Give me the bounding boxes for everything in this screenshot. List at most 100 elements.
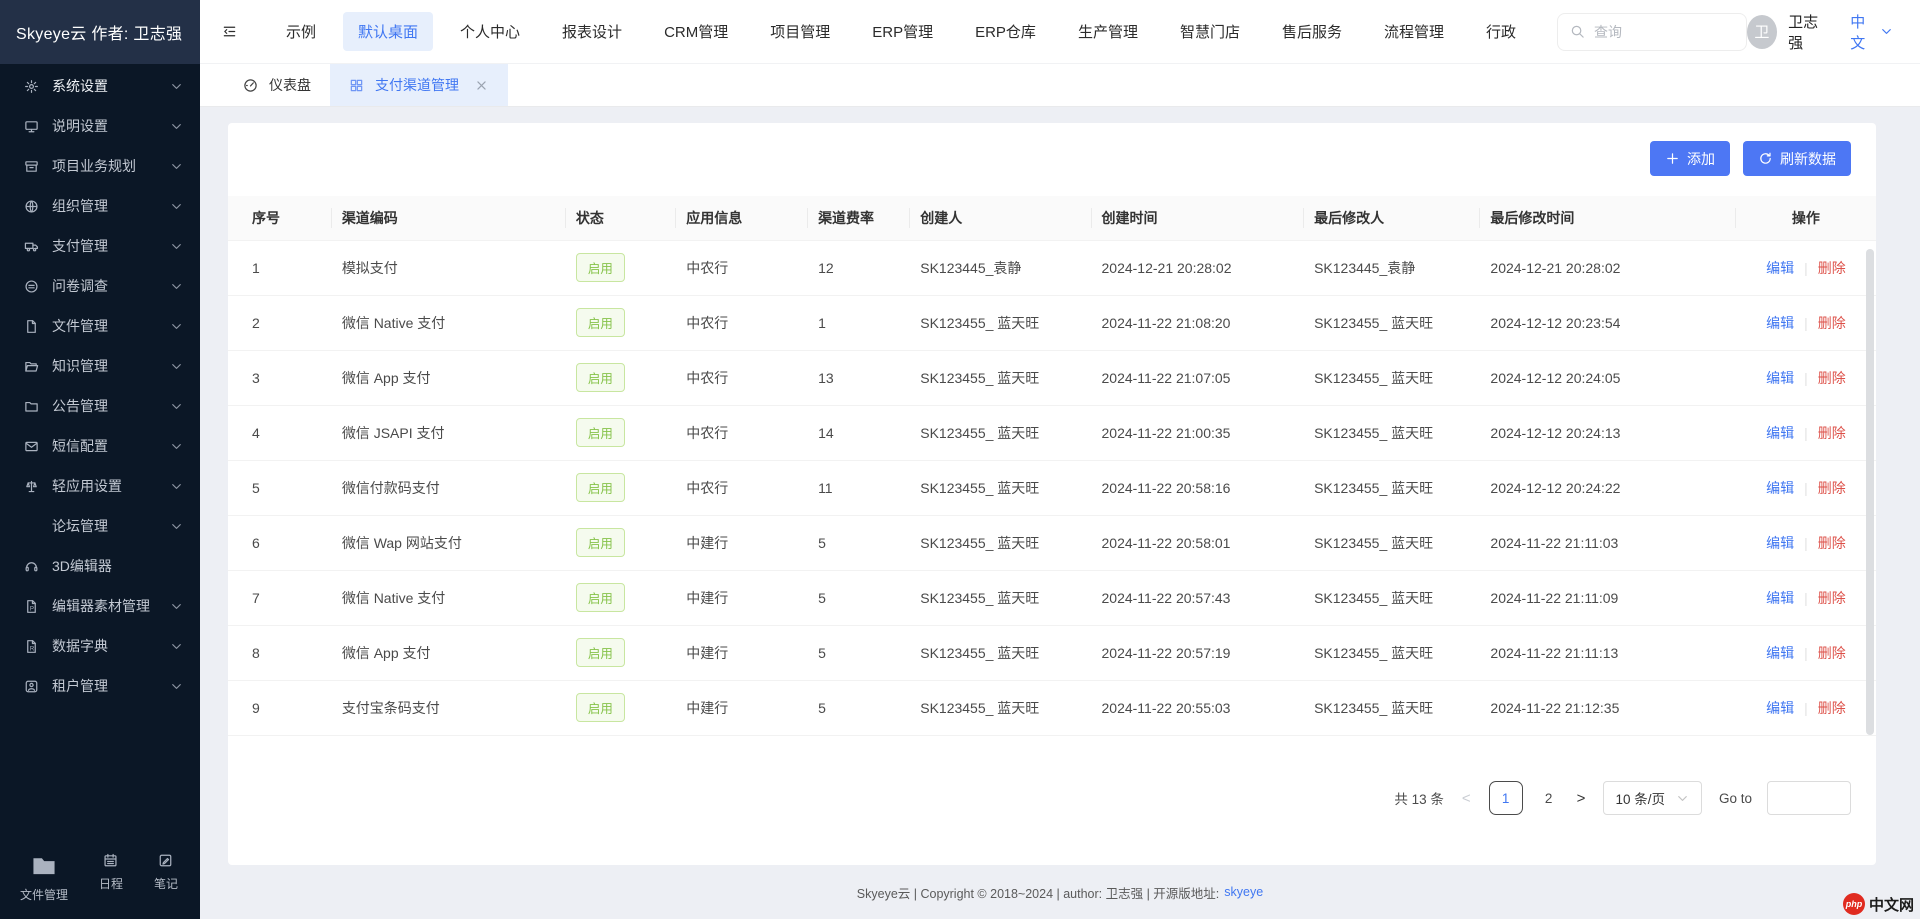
sidebar-item-9[interactable]: 短信配置 bbox=[0, 426, 200, 466]
page-button-1[interactable]: 1 bbox=[1489, 781, 1523, 815]
cell: SK123455_ 蓝天旺 bbox=[910, 570, 1091, 625]
edit-link[interactable]: 编辑 bbox=[1766, 590, 1794, 606]
sidebar-item-8[interactable]: 公告管理 bbox=[0, 386, 200, 426]
page-button-2[interactable]: 2 bbox=[1539, 791, 1559, 806]
sidebar-item-3[interactable]: 组织管理 bbox=[0, 186, 200, 226]
refresh-button[interactable]: 刷新数据 bbox=[1743, 141, 1851, 176]
nav-item-12[interactable]: 行政 bbox=[1471, 12, 1531, 51]
tab-0[interactable]: 仪表盘 bbox=[224, 64, 330, 106]
dashboard-icon bbox=[243, 78, 258, 93]
cell: 2024-12-12 20:24:05 bbox=[1480, 350, 1735, 405]
chevron-down-icon bbox=[169, 519, 184, 534]
svg-text:P: P bbox=[30, 605, 34, 612]
language-selector[interactable]: 中文 bbox=[1850, 11, 1894, 53]
delete-link[interactable]: 删除 bbox=[1818, 535, 1846, 551]
chevron-down-icon bbox=[169, 479, 184, 494]
avatar[interactable]: 卫 bbox=[1747, 15, 1777, 49]
brand-logo: Skyeye云 作者: 卫志强 bbox=[0, 0, 200, 64]
edit-link[interactable]: 编辑 bbox=[1766, 260, 1794, 276]
add-button[interactable]: 添加 bbox=[1650, 141, 1730, 176]
nav-item-1[interactable]: 默认桌面 bbox=[343, 12, 433, 51]
nav-item-0[interactable]: 示例 bbox=[271, 12, 331, 51]
sidebar-tool-1[interactable]: 日程 bbox=[99, 853, 123, 903]
vertical-scrollbar[interactable] bbox=[1866, 249, 1874, 735]
ops-divider: | bbox=[1804, 645, 1808, 661]
cell: 4 bbox=[228, 405, 332, 460]
sidebar-item-14[interactable]: R数据字典 bbox=[0, 626, 200, 666]
sidebar-item-7[interactable]: 知识管理 bbox=[0, 346, 200, 386]
nav-item-2[interactable]: 个人中心 bbox=[445, 12, 535, 51]
sidebar-item-13[interactable]: P编辑器素材管理 bbox=[0, 586, 200, 626]
nav-item-9[interactable]: 智慧门店 bbox=[1165, 12, 1255, 51]
sidebar-item-0[interactable]: 系统设置 bbox=[0, 66, 200, 106]
page-size-select[interactable]: 10 条/页 bbox=[1603, 781, 1702, 815]
sidebar-menu: 系统设置说明设置项目业务规划组织管理支付管理问卷调查文件管理知识管理公告管理短信… bbox=[0, 64, 200, 853]
ops-divider: | bbox=[1804, 700, 1808, 716]
edit-link[interactable]: 编辑 bbox=[1766, 370, 1794, 386]
sidebar-item-5[interactable]: 问卷调查 bbox=[0, 266, 200, 306]
status-badge: 启用 bbox=[576, 253, 625, 282]
tab-label: 仪表盘 bbox=[269, 75, 311, 95]
sidebar-item-6[interactable]: 文件管理 bbox=[0, 306, 200, 346]
cell-ops: 编辑|删除 bbox=[1736, 515, 1876, 570]
sidebar-item-label: 短信配置 bbox=[52, 436, 108, 456]
sidebar-item-12[interactable]: 3D编辑器 bbox=[0, 546, 200, 586]
edit-link[interactable]: 编辑 bbox=[1766, 315, 1794, 331]
edit-link[interactable]: 编辑 bbox=[1766, 645, 1794, 661]
nav-item-4[interactable]: CRM管理 bbox=[649, 12, 743, 51]
close-icon[interactable] bbox=[474, 78, 489, 93]
prev-page-button[interactable]: < bbox=[1459, 790, 1474, 807]
cell: 2024-12-12 20:24:22 bbox=[1480, 460, 1735, 515]
cell: SK123455_ 蓝天旺 bbox=[1304, 405, 1480, 460]
delete-link[interactable]: 删除 bbox=[1818, 315, 1846, 331]
cell: 中农行 bbox=[676, 460, 808, 515]
search-input[interactable]: 查询 bbox=[1557, 13, 1747, 51]
cell: SK123455_ 蓝天旺 bbox=[910, 295, 1091, 350]
delete-link[interactable]: 删除 bbox=[1818, 370, 1846, 386]
nav-item-11[interactable]: 流程管理 bbox=[1369, 12, 1459, 51]
tab-1[interactable]: 支付渠道管理 bbox=[330, 64, 508, 106]
sidebar-item-1[interactable]: 说明设置 bbox=[0, 106, 200, 146]
sidebar-tool-0[interactable]: 文件管理 bbox=[20, 853, 68, 903]
search-icon bbox=[1570, 24, 1585, 39]
monitor-icon bbox=[24, 119, 39, 134]
ops-divider: | bbox=[1804, 260, 1808, 276]
top-header: Skyeye云 作者: 卫志强 示例默认桌面个人中心报表设计 CRM管理项目管理 E… bbox=[0, 0, 1920, 64]
content-area: 添加 刷新数据 bbox=[200, 107, 1920, 865]
delete-link[interactable]: 删除 bbox=[1818, 645, 1846, 661]
cell: 5 bbox=[808, 515, 910, 570]
edit-link[interactable]: 编辑 bbox=[1766, 700, 1794, 716]
nav-item-5[interactable]: 项目管理 bbox=[755, 12, 845, 51]
goto-page-input[interactable] bbox=[1767, 781, 1851, 815]
delete-link[interactable]: 删除 bbox=[1818, 260, 1846, 276]
cell: 6 bbox=[228, 515, 332, 570]
sidebar-item-4[interactable]: 支付管理 bbox=[0, 226, 200, 266]
cell-ops: 编辑 | 删除 bbox=[1736, 680, 1876, 735]
nav-item-6[interactable]: ERP管理 bbox=[857, 12, 948, 51]
delete-link[interactable]: 删除 bbox=[1818, 590, 1846, 606]
cell: 5 bbox=[808, 570, 910, 625]
next-page-button[interactable]: > bbox=[1574, 790, 1589, 807]
nav-item-8[interactable]: 生产管理 bbox=[1063, 12, 1153, 51]
footer-link[interactable]: skyeye bbox=[1224, 885, 1263, 899]
collapse-sidebar-icon[interactable] bbox=[222, 24, 237, 39]
sidebar-tool-2[interactable]: 笔记 bbox=[154, 853, 178, 903]
nav-item-3[interactable]: 报表设计 bbox=[547, 12, 637, 51]
sidebar-item-10[interactable]: 轻应用设置 bbox=[0, 466, 200, 506]
cell: 1 bbox=[808, 295, 910, 350]
sidebar-item-15[interactable]: 租户管理 bbox=[0, 666, 200, 706]
edit-link[interactable]: 编辑 bbox=[1766, 425, 1794, 441]
calendar-icon bbox=[103, 853, 118, 868]
delete-link[interactable]: 删除 bbox=[1818, 700, 1846, 716]
sidebar-item-11[interactable]: 论坛管理 bbox=[0, 506, 200, 546]
page-body: 系统设置说明设置项目业务规划组织管理支付管理问卷调查文件管理知识管理公告管理短信… bbox=[0, 64, 1920, 919]
nav-item-10[interactable]: 售后服务 bbox=[1267, 12, 1357, 51]
cell: 模拟支付 bbox=[332, 240, 566, 295]
delete-link[interactable]: 删除 bbox=[1818, 425, 1846, 441]
sidebar-item-2[interactable]: 项目业务规划 bbox=[0, 146, 200, 186]
cell: 2024-11-22 21:08:20 bbox=[1092, 295, 1305, 350]
nav-item-7[interactable]: ERP仓库 bbox=[960, 12, 1051, 51]
delete-link[interactable]: 删除 bbox=[1818, 480, 1846, 496]
edit-link[interactable]: 编辑 bbox=[1766, 480, 1794, 496]
edit-link[interactable]: 编辑 bbox=[1766, 535, 1794, 551]
